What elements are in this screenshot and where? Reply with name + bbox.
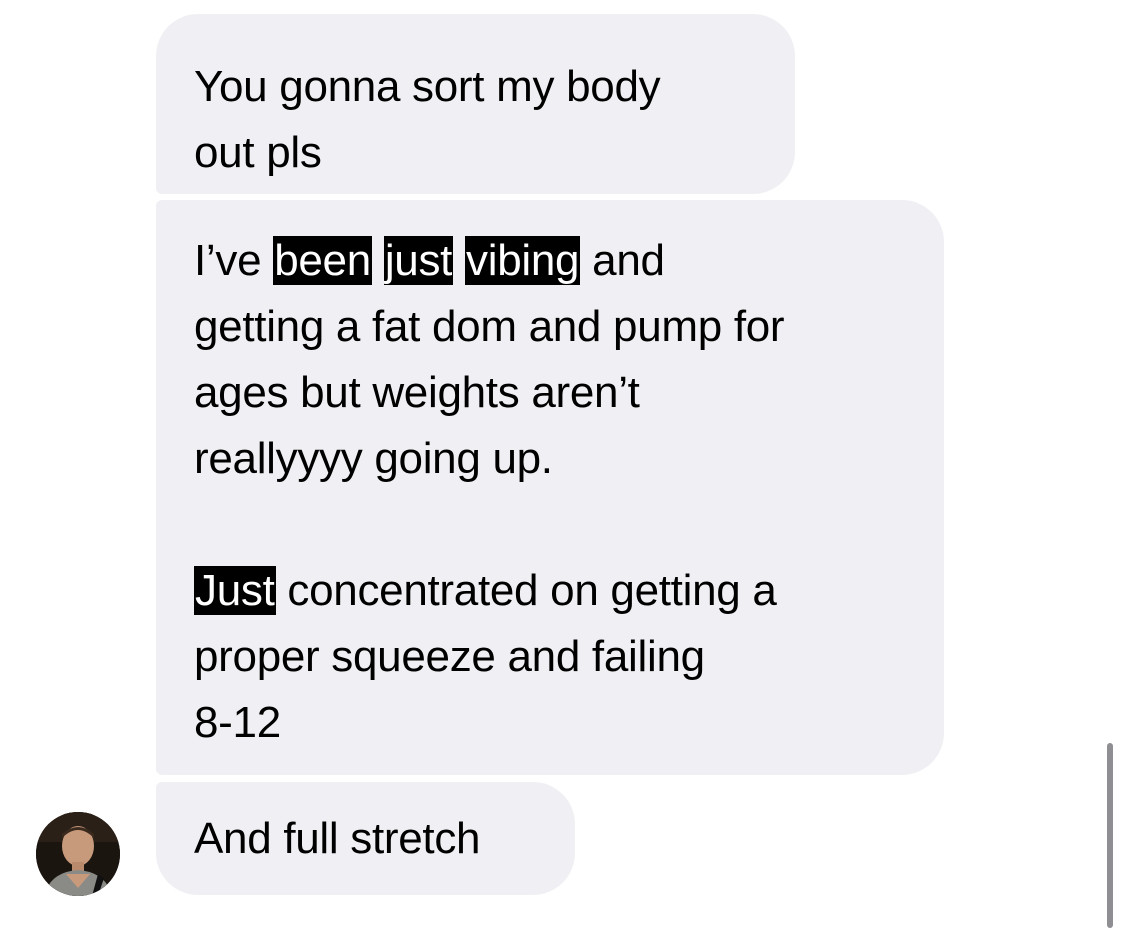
message-text: 8-12 — [194, 698, 281, 747]
message-bubble-2[interactable]: I’ve been just vibing and getting a fat d… — [156, 200, 944, 775]
message-text: reallyyyy going up. — [194, 434, 553, 483]
message-text: out pls — [194, 128, 322, 177]
message-text: getting a fat dom and pump for — [194, 302, 785, 351]
highlighted-word: vibing — [465, 236, 581, 285]
message-bubble-1[interactable]: You gonna sort my body out pls — [156, 14, 795, 194]
message-text: And full stretch — [194, 814, 481, 863]
message-line: I’ve been just vibing and — [194, 228, 906, 294]
sender-avatar[interactable] — [36, 812, 120, 896]
message-line: out pls — [194, 120, 757, 186]
highlighted-word: just — [383, 236, 454, 285]
message-text: ages but weights aren’t — [194, 368, 640, 417]
message-text: concentrated on getting a — [275, 566, 777, 615]
message-line: ages but weights aren’t — [194, 360, 906, 426]
message-line: And full stretch — [194, 806, 537, 872]
message-text: I’ve — [194, 236, 274, 285]
scrollbar[interactable] — [1107, 743, 1113, 928]
message-text — [372, 236, 384, 285]
message-text — [453, 236, 465, 285]
highlighted-word: been — [273, 236, 372, 285]
message-line: You gonna sort my body — [194, 54, 757, 120]
message-line: 8-12 — [194, 690, 906, 756]
message-text: and — [580, 236, 665, 285]
message-line: reallyyyy going up. — [194, 426, 906, 492]
message-bubble-3[interactable]: And full stretch — [156, 782, 575, 895]
highlighted-word: Just — [194, 566, 276, 615]
message-line: Just concentrated on getting a — [194, 558, 906, 624]
message-text: You gonna sort my body — [194, 62, 661, 111]
message-line: getting a fat dom and pump for — [194, 294, 906, 360]
message-text: proper squeeze and failing — [194, 632, 705, 681]
avatar-photo-icon — [36, 812, 120, 896]
message-line: proper squeeze and failing — [194, 624, 906, 690]
